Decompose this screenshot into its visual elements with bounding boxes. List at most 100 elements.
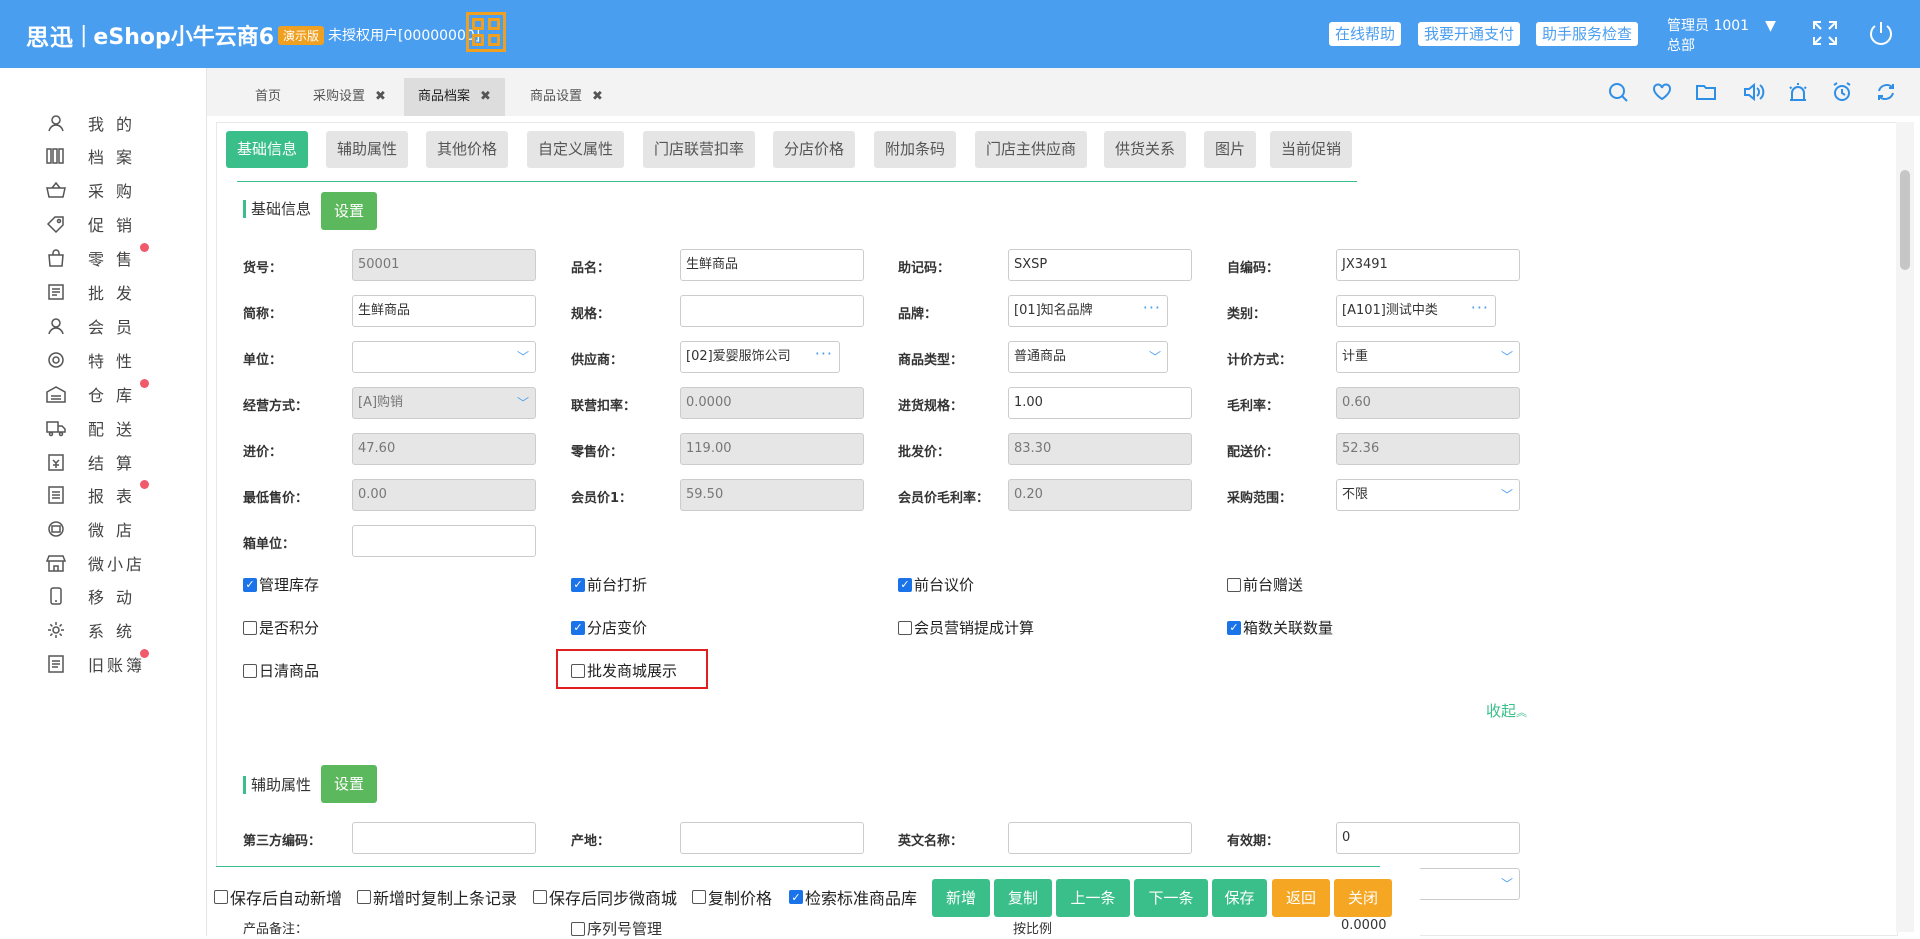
category-lookup[interactable]: [A101]测试中类 ···: [1336, 295, 1496, 327]
checkbox-box[interactable]: ✓: [571, 577, 585, 592]
close-button[interactable]: 关闭: [1334, 879, 1392, 917]
more-icon[interactable]: ···: [1143, 296, 1161, 323]
back-button[interactable]: 返回: [1272, 879, 1330, 917]
sidebar-item-0[interactable]: 我的: [46, 110, 144, 136]
section-tab-basic-info[interactable]: 基础信息: [226, 131, 309, 168]
brand-lookup[interactable]: [01]知名品牌 ···: [1008, 295, 1168, 327]
item-no-field[interactable]: 50001: [352, 249, 536, 281]
checkbox-points[interactable]: 是否积分: [243, 617, 319, 638]
checkbox-box[interactable]: [571, 921, 585, 936]
section-tab-images[interactable]: 图片: [1204, 131, 1257, 168]
checkbox-manage-stock[interactable]: ✓ 管理库存: [243, 574, 319, 595]
margin-field[interactable]: 0.60: [1336, 387, 1520, 419]
sidebar-item-9[interactable]: 配送: [46, 415, 144, 441]
sidebar-item-5[interactable]: 批发: [46, 279, 144, 305]
basic-info-settings-button[interactable]: 设置: [321, 192, 377, 230]
mnemonic-field[interactable]: SXSP: [1008, 249, 1192, 281]
checkbox-box[interactable]: [357, 890, 371, 904]
tab-purchase-settings[interactable]: 采购设置 ✖: [299, 78, 400, 116]
item-name-field[interactable]: 生鲜商品: [680, 249, 864, 281]
checkbox-front-discount[interactable]: ✓ 前台打折: [571, 574, 647, 595]
section-tab-extra-barcodes[interactable]: 附加条码: [874, 131, 957, 168]
sidebar-item-3[interactable]: 促销: [46, 211, 144, 237]
sidebar-item-11[interactable]: 报表: [46, 480, 149, 508]
tab-home[interactable]: 首页: [241, 78, 295, 116]
more-icon[interactable]: ···: [1471, 296, 1489, 323]
member-margin-field[interactable]: 0.20: [1008, 479, 1192, 511]
joint-rate-field[interactable]: 0.0000: [680, 387, 864, 419]
delivery-price-field[interactable]: 52.36: [1336, 433, 1520, 465]
prev-record-button[interactable]: 上一条: [1056, 879, 1130, 917]
checkbox-member-commission[interactable]: 会员营销提成计算: [898, 617, 1034, 638]
close-icon[interactable]: ✖: [480, 89, 491, 104]
close-icon[interactable]: ✖: [592, 89, 603, 104]
collapse-button[interactable]: 收起︽: [1486, 700, 1527, 721]
power-icon[interactable]: [1866, 18, 1896, 48]
english-name-field[interactable]: [1008, 822, 1192, 854]
alarm-light-icon[interactable]: [1786, 80, 1810, 104]
sidebar-item-14[interactable]: 移动: [46, 583, 144, 609]
checkbox-copy-last-record[interactable]: 新增时复制上条记录: [357, 885, 517, 909]
checkbox-box[interactable]: ✓: [571, 620, 585, 635]
next-record-button[interactable]: 下一条: [1134, 879, 1208, 917]
admin-menu[interactable]: 管理员 1001 ▼ 总部: [1667, 16, 1776, 56]
tab-item-archive[interactable]: 商品档案 ✖: [404, 78, 505, 116]
self-code-field[interactable]: JX3491: [1336, 249, 1520, 281]
checkbox-auto-new-after-save[interactable]: 保存后自动新增: [214, 885, 342, 909]
fullscreen-icon[interactable]: [1810, 18, 1840, 48]
sidebar-item-8[interactable]: 仓库: [46, 379, 149, 407]
alarm-clock-icon[interactable]: [1830, 80, 1854, 104]
heart-icon[interactable]: [1650, 80, 1674, 104]
min-price-field[interactable]: 0.00: [352, 479, 536, 511]
checkbox-box[interactable]: [214, 890, 228, 904]
sidebar-item-13[interactable]: 微小店: [46, 550, 145, 576]
more-icon[interactable]: ···: [815, 342, 833, 369]
third-code-field[interactable]: [352, 822, 536, 854]
origin-field[interactable]: [680, 822, 864, 854]
checkbox-box[interactable]: ✓: [898, 577, 912, 592]
refresh-icon[interactable]: [1874, 80, 1898, 104]
search-icon[interactable]: [1606, 80, 1630, 104]
aux-info-settings-button[interactable]: 设置: [321, 765, 377, 803]
unit-select[interactable]: ﹀: [352, 341, 536, 373]
section-tab-joint-rate[interactable]: 门店联营扣率: [643, 131, 756, 168]
checkbox-daily-clear[interactable]: 日清商品: [243, 660, 319, 681]
close-icon[interactable]: ✖: [375, 89, 386, 104]
checkbox-box[interactable]: [243, 663, 257, 678]
checkbox-box[interactable]: [243, 620, 257, 635]
supplier-lookup[interactable]: [02]爱婴服饰公司 ···: [680, 341, 840, 373]
scrollbar-thumb[interactable]: [1900, 170, 1910, 270]
spec-field[interactable]: [680, 295, 864, 327]
validity-field[interactable]: 0: [1336, 822, 1520, 854]
item-type-select[interactable]: 普通商品 ﹀: [1008, 341, 1168, 373]
checkbox-front-bargain[interactable]: ✓ 前台议价: [898, 574, 974, 595]
open-payment-button[interactable]: 我要开通支付: [1418, 22, 1521, 46]
vertical-scrollbar[interactable]: [1896, 122, 1914, 932]
operation-select[interactable]: [A]购销 ﹀: [352, 387, 536, 419]
sidebar-item-2[interactable]: 采购: [46, 177, 144, 203]
checkbox-box[interactable]: ✓: [1227, 620, 1241, 635]
section-tab-custom-attributes[interactable]: 自定义属性: [527, 131, 625, 168]
checkbox-search-standard-lib[interactable]: ✓ 检索标准商品库: [789, 885, 917, 909]
section-tab-current-promotions[interactable]: 当前促销: [1270, 131, 1353, 168]
section-tab-aux-attributes[interactable]: 辅助属性: [326, 131, 409, 168]
checkbox-box[interactable]: [898, 620, 912, 635]
purchase-spec-field[interactable]: 1.00: [1008, 387, 1192, 419]
checkbox-box[interactable]: ✓: [243, 577, 257, 592]
sidebar-item-7[interactable]: 特性: [46, 347, 144, 373]
wholesale-price-field[interactable]: 83.30: [1008, 433, 1192, 465]
box-unit-field[interactable]: [352, 525, 536, 557]
cost-price-field[interactable]: 47.60: [352, 433, 536, 465]
new-button[interactable]: 新增: [932, 879, 990, 917]
sidebar-item-12[interactable]: 微店: [46, 516, 144, 542]
checkbox-copy-price[interactable]: 复制价格: [692, 885, 772, 909]
save-button[interactable]: 保存: [1212, 879, 1267, 917]
pricing-select[interactable]: 计重 ﹀: [1336, 341, 1520, 373]
section-tab-branch-prices[interactable]: 分店价格: [773, 131, 856, 168]
sidebar-item-16[interactable]: 旧账簿: [46, 649, 149, 677]
sidebar-item-6[interactable]: 会员: [46, 313, 144, 339]
purchase-scope-select[interactable]: 不限 ﹀: [1336, 479, 1520, 511]
checkbox-box[interactable]: [1227, 577, 1241, 592]
sidebar-item-15[interactable]: 系统: [46, 617, 144, 643]
short-name-field[interactable]: 生鲜商品: [352, 295, 536, 327]
